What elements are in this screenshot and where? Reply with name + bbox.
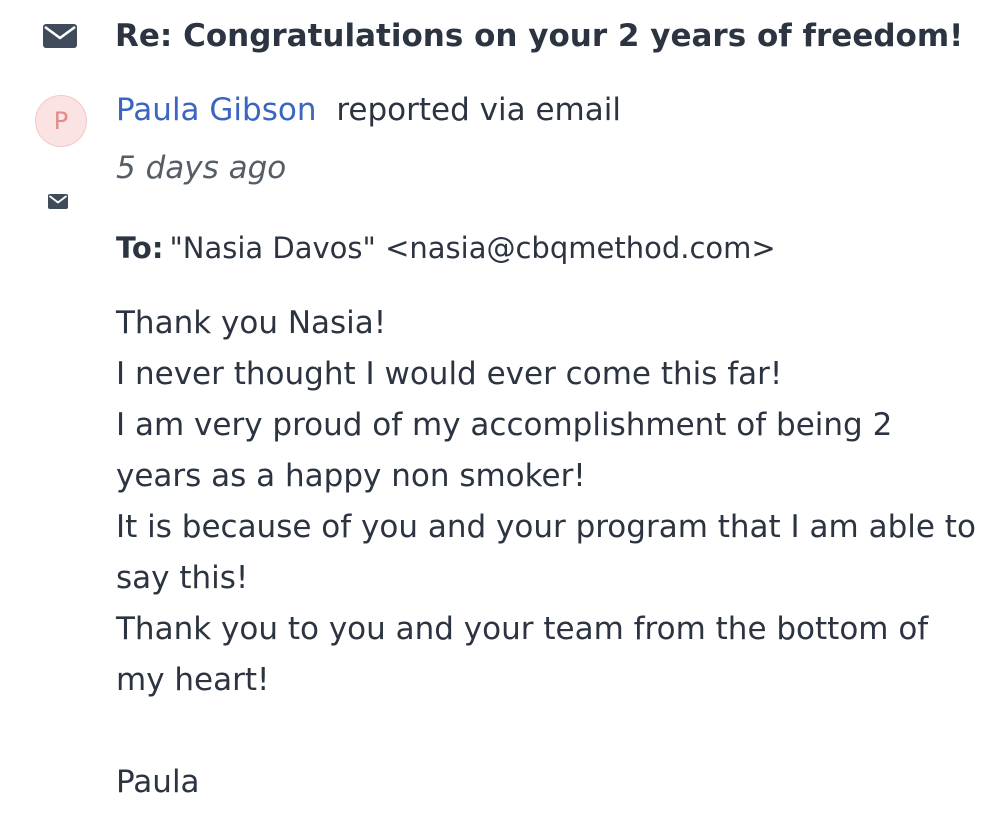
message-subject: Re: Congratulations on your 2 years of f…	[115, 18, 964, 54]
body-line: Thank you to you and your team from the …	[116, 611, 929, 647]
message-body: Thank you Nasia! I never thought I would…	[116, 298, 986, 808]
ticket-message: Re: Congratulations on your 2 years of f…	[0, 0, 1000, 822]
body-line: I never thought I would ever come this f…	[116, 356, 783, 392]
avatar[interactable]: P	[35, 95, 87, 147]
body-line: my heart!	[116, 662, 270, 698]
author-line: Paula Gibson reported via email	[116, 88, 621, 132]
signature: Paula	[116, 764, 200, 800]
body-line: It is because of you and your program th…	[116, 509, 976, 545]
recipient-address: "Nasia Davos" <nasia@cbqmethod.com>	[169, 231, 776, 265]
envelope-icon	[48, 194, 68, 209]
body-line: say this!	[116, 560, 249, 596]
author-name-link[interactable]: Paula Gibson	[116, 92, 317, 128]
to-label: To:	[116, 231, 164, 265]
message-timestamp: 5 days ago	[116, 150, 287, 186]
reported-via-text: reported via email	[336, 92, 621, 128]
body-line: years as a happy non smoker!	[116, 458, 586, 494]
body-spacer	[116, 706, 986, 757]
body-line: Thank you Nasia!	[116, 305, 387, 341]
body-line: I am very proud of my accomplishment of …	[116, 407, 893, 443]
recipient-line: To: "Nasia Davos" <nasia@cbqmethod.com>	[116, 226, 776, 270]
envelope-icon	[43, 24, 77, 48]
